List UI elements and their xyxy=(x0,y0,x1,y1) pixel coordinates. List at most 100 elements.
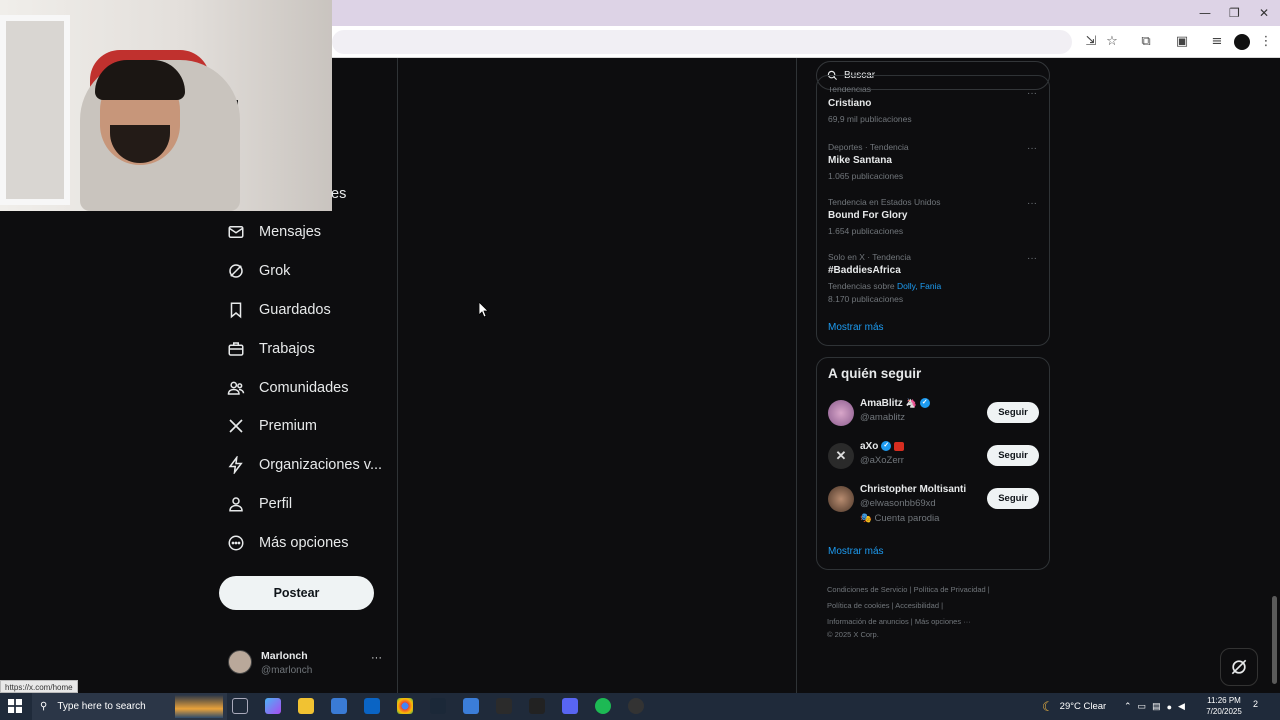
sidebar-item-organizaciones[interactable]: Organizaciones v... xyxy=(227,450,382,480)
sidepanel-icon[interactable]: ▣ xyxy=(1174,34,1190,50)
discord-icon[interactable] xyxy=(562,698,578,714)
chevron-up-icon[interactable]: ⌃ xyxy=(1124,701,1132,712)
windows-start-icon[interactable] xyxy=(8,699,22,713)
sidebar-item-grok[interactable]: Grok xyxy=(227,256,290,286)
who-to-follow-panel: A quién seguir AmaBlitz 🦄 ✓ @amablitz Seg… xyxy=(816,357,1050,570)
follow-button[interactable]: Seguir xyxy=(987,402,1039,423)
close-button[interactable]: ✕ xyxy=(1259,6,1269,20)
trend-related: Tendencias sobre Dolly, Fania xyxy=(828,281,941,291)
webcam-mirror xyxy=(0,15,70,205)
trend-meta: Solo en X · Tendencia xyxy=(828,252,912,262)
account-switcher[interactable]: Marlonch @marlonch ··· xyxy=(228,648,388,680)
clock-date: 7/20/2025 xyxy=(1206,707,1242,716)
address-bar[interactable] xyxy=(332,30,1072,54)
trend-more-icon[interactable]: ··· xyxy=(1027,198,1037,209)
trend-count: 69,9 mil publicaciones xyxy=(828,114,912,124)
grok-floating-button[interactable] xyxy=(1220,648,1258,686)
weather-widget[interactable]: ☾ 29°C Clear xyxy=(1042,693,1106,720)
sidebar-partial-label: es xyxy=(331,186,347,202)
taskbar-clock[interactable]: 11:26 PM 7/20/2025 xyxy=(1200,695,1248,717)
minimize-button[interactable]: — xyxy=(1199,6,1211,20)
mic-icon[interactable]: ● xyxy=(1167,702,1172,712)
person-icon xyxy=(229,497,243,512)
trend-more-icon[interactable]: ··· xyxy=(1027,88,1037,99)
verified-badge-icon: ✓ xyxy=(919,398,930,409)
footer-links-row2[interactable]: Política de cookies | Accesibilidad | xyxy=(827,601,943,610)
follow-suggestion[interactable]: AmaBlitz 🦄 ✓ @amablitz Seguir xyxy=(828,398,1040,434)
steam-icon[interactable] xyxy=(430,698,446,714)
copilot-icon[interactable] xyxy=(265,698,281,714)
file-explorer-icon[interactable] xyxy=(298,698,314,714)
task-view-icon[interactable] xyxy=(232,698,248,714)
epic-games-icon[interactable] xyxy=(529,698,545,714)
extensions-icon[interactable]: ⧉ xyxy=(1138,34,1154,50)
trend-count: 1.065 publicaciones xyxy=(828,171,904,181)
store-icon[interactable] xyxy=(331,698,347,714)
sidebar-item-mas-opciones[interactable]: Más opciones xyxy=(227,528,348,558)
display-icon[interactable]: ▤ xyxy=(1152,701,1161,712)
trends-panel: Tendencias Cristiano 69,9 mil publicacio… xyxy=(816,75,1050,346)
system-tray[interactable]: ⌃ ▭ ▤ ● ◀ xyxy=(1124,693,1185,720)
menu-kebab-icon[interactable]: ⋮ xyxy=(1258,34,1274,50)
profile-avatar-icon[interactable] xyxy=(1234,34,1250,50)
follow-button[interactable]: Seguir xyxy=(987,488,1039,509)
clock-time: 11:26 PM xyxy=(1207,696,1241,705)
footer-links-row3[interactable]: Información de anuncios | Más opciones ·… xyxy=(827,617,971,626)
star-icon[interactable]: ☆ xyxy=(1104,34,1120,50)
sidebar-item-label: Comunidades xyxy=(259,380,349,396)
grok-icon xyxy=(1231,659,1247,675)
trend-item[interactable]: Deportes · Tendencia Mike Santana 1.065 … xyxy=(828,142,909,181)
chrome-icon[interactable] xyxy=(397,698,413,714)
app-icon[interactable] xyxy=(463,698,479,714)
webcam-hair xyxy=(95,60,185,100)
sidebar-item-label: Mensajes xyxy=(259,224,322,240)
footer-copyright: © 2025 X Corp. xyxy=(827,630,879,639)
footer-links-row1[interactable]: Condiciones de Servicio | Política de Pr… xyxy=(827,585,990,594)
briefcase-icon xyxy=(228,342,244,356)
install-icon[interactable]: ⇲ xyxy=(1083,34,1099,50)
sidebar-item-guardados[interactable]: Guardados xyxy=(227,295,331,325)
trend-item[interactable]: Tendencias Cristiano 69,9 mil publicacio… xyxy=(828,87,912,124)
sidebar-item-trabajos[interactable]: Trabajos xyxy=(227,334,315,364)
moon-icon: ☾ xyxy=(1042,698,1054,714)
app-icon[interactable] xyxy=(496,698,512,714)
trend-related-links[interactable]: Dolly, Fania xyxy=(897,281,941,291)
trend-item[interactable]: Tendencia en Estados Unidos Bound For Gl… xyxy=(828,197,940,236)
trend-more-icon[interactable]: ··· xyxy=(1027,143,1037,154)
follow-suggestion[interactable]: ✕ aXo ✓ @aXoZerr Seguir xyxy=(828,441,1040,477)
trends-show-more-link[interactable]: Mostrar más xyxy=(828,322,884,333)
sidebar-item-label: Organizaciones v... xyxy=(259,457,383,473)
outlook-icon[interactable] xyxy=(364,698,380,714)
follow-suggestion[interactable]: Christopher Moltisanti @elwasonbb69xd 🎭 … xyxy=(828,484,1040,528)
spotify-icon[interactable] xyxy=(595,698,611,714)
sidebar-item-label: Grok xyxy=(259,263,291,279)
scrollbar-thumb[interactable] xyxy=(1272,596,1277,684)
sidebar-item-mensajes[interactable]: Mensajes xyxy=(227,217,321,247)
trend-name: #BaddiesAfrica xyxy=(828,265,901,276)
windows-taskbar: ⚲ Type here to search ☾ 29°C Clear ⌃ ▭ ▤… xyxy=(0,693,1280,720)
trend-name: Cristiano xyxy=(828,98,872,109)
profile-more-icon[interactable]: ··· xyxy=(371,652,382,664)
volume-icon[interactable]: ◀ xyxy=(1178,701,1185,712)
trend-related-prefix: Tendencias sobre xyxy=(828,281,897,291)
post-button[interactable]: Postear xyxy=(219,576,374,610)
mail-icon xyxy=(228,226,244,238)
restore-button[interactable]: ❐ xyxy=(1229,6,1240,20)
follow-show-more-link[interactable]: Mostrar más xyxy=(828,546,884,557)
sidebar-item-comunidades[interactable]: Comunidades xyxy=(227,373,348,403)
trend-meta: Tendencias xyxy=(828,87,872,94)
profile-handle: @marlonch xyxy=(261,665,313,676)
weather-text: 29°C Clear xyxy=(1059,701,1107,712)
notification-count[interactable]: 2 xyxy=(1253,699,1258,709)
trend-item[interactable]: Solo en X · Tendencia #BaddiesAfrica Ten… xyxy=(828,252,941,304)
sidebar-item-label: Trabajos xyxy=(259,341,315,357)
obs-icon[interactable] xyxy=(628,698,644,714)
trend-more-icon[interactable]: ··· xyxy=(1027,253,1037,264)
sidebar-item-premium[interactable]: Premium xyxy=(227,411,317,441)
follow-button[interactable]: Seguir xyxy=(987,445,1039,466)
network-icon[interactable]: ▭ xyxy=(1138,701,1147,712)
column-divider-right xyxy=(796,58,797,693)
media-icon[interactable]: ≡ xyxy=(1209,34,1225,50)
taskbar-search[interactable]: ⚲ Type here to search xyxy=(32,693,227,720)
sidebar-item-perfil[interactable]: Perfil xyxy=(227,489,292,519)
